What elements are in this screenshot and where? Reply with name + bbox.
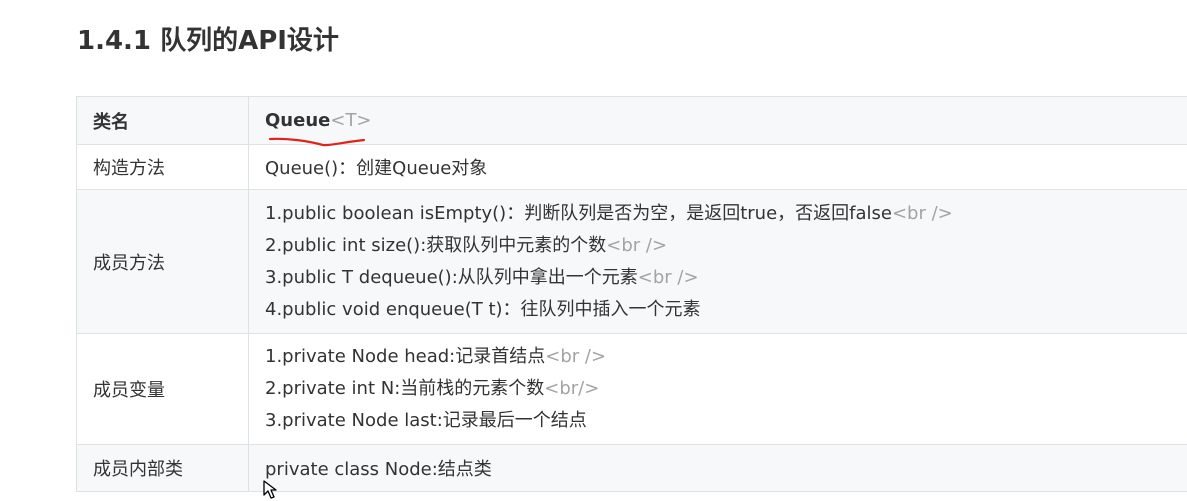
br-tag: <br /> <box>606 234 668 256</box>
inner-class-value: private class Node:结点类 <box>248 444 1187 492</box>
methods-label: 成员方法 <box>76 189 249 334</box>
method-line: 2.public int size():获取队列中元素的个数<br /> <box>265 230 1187 262</box>
method-text: 2.public int size():获取队列中元素的个数 <box>265 234 607 256</box>
table-row-class-name: 类名 Queue<T> <box>76 96 1187 145</box>
table-row-constructor: 构造方法 Queue()：创建Queue对象 <box>76 144 1187 190</box>
section-heading: 1.4.1 队列的API设计 <box>77 26 339 56</box>
field-line: 3.private Node last:记录最后一个结点 <box>265 405 1187 437</box>
method-text: 1.public boolean isEmpty()：判断队列是否为空，是返回t… <box>265 202 892 224</box>
inner-class-label: 成员内部类 <box>76 444 249 492</box>
field-line: 2.private int N:当前栈的元素个数<br/> <box>265 373 1187 405</box>
fields-label: 成员变量 <box>76 333 249 445</box>
constructor-label: 构造方法 <box>76 144 249 190</box>
class-name-value: Queue <box>265 110 331 131</box>
queue-api-table: 类名 Queue<T> 构造方法 Queue()：创建Queue对象 成员方法 … <box>76 96 1187 492</box>
table-row-fields: 成员变量 1.private Node head:记录首结点<br /> 2.p… <box>76 333 1187 445</box>
method-line: 3.public T dequeue():从队列中拿出一个元素<br /> <box>265 262 1187 294</box>
br-tag: <br /> <box>891 202 953 224</box>
br-tag: <br /> <box>545 346 607 367</box>
br-tag: <br/> <box>544 378 600 399</box>
method-line: 4.public void enqueue(T t)：往队列中插入一个元素 <box>265 294 1187 326</box>
br-tag: <br /> <box>637 266 699 288</box>
method-line: 1.public boolean isEmpty()：判断队列是否为空，是返回t… <box>265 198 1187 230</box>
document-page: 1.4.1 队列的API设计 类名 Queue<T> 构造方法 Queue()：… <box>0 0 1187 501</box>
field-text: 2.private int N:当前栈的元素个数 <box>265 378 545 399</box>
class-name-cell: Queue<T> <box>248 96 1187 145</box>
mouse-pointer-icon <box>263 480 277 499</box>
class-generic-tag: <T> <box>330 110 372 131</box>
red-underline-mark <box>268 137 366 147</box>
method-text: 3.public T dequeue():从队列中拿出一个元素 <box>265 266 638 288</box>
field-line: 1.private Node head:记录首结点<br /> <box>265 341 1187 373</box>
constructor-value: Queue()：创建Queue对象 <box>248 144 1187 190</box>
method-text: 4.public void enqueue(T t)：往队列中插入一个元素 <box>265 298 701 320</box>
methods-cell: 1.public boolean isEmpty()：判断队列是否为空，是返回t… <box>248 189 1187 334</box>
fields-cell: 1.private Node head:记录首结点<br /> 2.privat… <box>248 333 1187 445</box>
table-row-methods: 成员方法 1.public boolean isEmpty()：判断队列是否为空… <box>76 189 1187 334</box>
field-text: 1.private Node head:记录首结点 <box>265 346 546 367</box>
field-text: 3.private Node last:记录最后一个结点 <box>265 410 587 431</box>
table-row-inner-class: 成员内部类 private class Node:结点类 <box>76 444 1187 492</box>
class-name-label: 类名 <box>76 96 249 145</box>
